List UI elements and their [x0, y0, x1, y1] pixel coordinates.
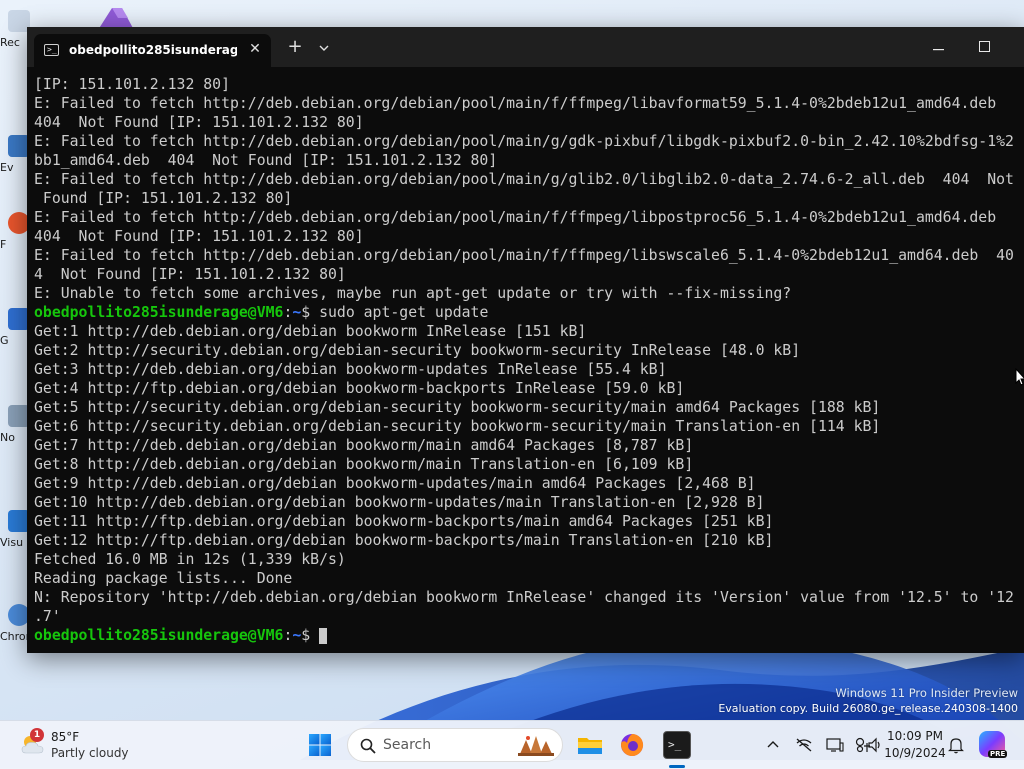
terminal-line: E: Failed to fetch http://deb.debian.org… — [34, 133, 1014, 150]
terminal-line: Fetched 16.0 MB in 12s (1,339 kB/s) — [34, 551, 346, 568]
prompt-user: obedpollito285isunderage@VM6 — [34, 304, 284, 321]
terminal-line: Get:7 http://deb.debian.org/debian bookw… — [34, 437, 694, 454]
firefox-icon[interactable] — [618, 731, 646, 759]
chevron-down-icon — [319, 45, 329, 51]
terminal-titlebar[interactable]: >_ obedpollito285isunderage@VM6 ✕ + — [27, 27, 1024, 67]
desktop-icon-g[interactable]: G — [0, 308, 30, 360]
terminal-line: Get:2 http://security.debian.org/debian-… — [34, 342, 801, 359]
prompt-user: obedpollito285isunderage@VM6 — [34, 627, 284, 644]
prompt-sigil: $ — [301, 627, 320, 644]
minimize-button[interactable] — [915, 27, 961, 67]
desktop-icon-label: G — [0, 334, 9, 347]
clock-time: 10:09 PM — [887, 729, 943, 743]
system-clock[interactable]: 10:09 PM 10/9/2024 — [884, 728, 946, 762]
minimize-icon — [932, 49, 944, 51]
terminal-output[interactable]: [IP: 151.101.2.132 80] E: Failed to fetch… — [34, 75, 1022, 649]
search-highlight-icon — [518, 736, 554, 756]
terminal-line: Reading package lists... Done — [34, 570, 293, 587]
terminal-line: N: Repository 'http://deb.debian.org/deb… — [34, 589, 1014, 606]
file-explorer-icon[interactable] — [576, 731, 604, 759]
terminal-line: Get:3 http://deb.debian.org/debian bookw… — [34, 361, 667, 378]
copilot-button[interactable]: PRE — [979, 731, 1008, 758]
maximize-icon — [978, 40, 990, 52]
tab-close-button[interactable]: ✕ — [245, 39, 265, 59]
terminal-line: Get:4 http://ftp.debian.org/debian bookw… — [34, 380, 685, 397]
desktop-icon-label: Ev — [0, 161, 14, 174]
terminal-line: E: Unable to fetch some archives, maybe … — [34, 285, 792, 302]
weather-widget[interactable]: 1 85°F Partly cloudy — [18, 728, 138, 763]
terminal-line: Get:9 http://deb.debian.org/debian bookw… — [34, 475, 756, 492]
copilot-preview-badge: PRE — [988, 750, 1008, 758]
terminal-line: 404 Not Found [IP: 151.101.2.132 80] — [34, 228, 364, 245]
desktop-icon-visual-studio[interactable]: Visu — [0, 510, 30, 562]
search-icon — [360, 738, 376, 754]
terminal-line: E: Failed to fetch http://deb.debian.org… — [34, 95, 997, 112]
tab-dropdown-button[interactable] — [313, 38, 335, 60]
terminal-window[interactable]: >_ obedpollito285isunderage@VM6 ✕ + [IP:… — [27, 27, 1024, 653]
tray-overflow-chevron-icon[interactable] — [764, 737, 782, 753]
terminal-taskbar-icon[interactable]: >_ — [663, 731, 691, 759]
search-placeholder: Search — [383, 737, 432, 753]
mouse-cursor-icon — [1015, 368, 1024, 386]
terminal-line: Get:6 http://security.debian.org/debian-… — [34, 418, 881, 435]
speaker-icon[interactable] — [867, 737, 885, 753]
watermark-build: Evaluation copy. Build 26080.ge_release.… — [718, 702, 1018, 715]
terminal-tab[interactable]: >_ obedpollito285isunderage@VM6 ✕ — [34, 34, 271, 67]
desktop-icon-label: No — [0, 431, 15, 444]
windows-start-button[interactable] — [308, 733, 332, 757]
terminal-line: Get:1 http://deb.debian.org/debian bookw… — [34, 323, 587, 340]
prompt-sigil: $ — [301, 304, 320, 321]
terminal-icon: >_ — [44, 44, 59, 56]
prompt-path: ~ — [292, 304, 302, 321]
watermark-edition: Windows 11 Pro Insider Preview — [835, 686, 1018, 700]
maximize-button[interactable] — [961, 27, 1007, 67]
text-cursor — [319, 628, 328, 644]
terminal-line: Found [IP: 151.101.2.132 80] — [34, 190, 293, 207]
weather-alert-badge: 1 — [30, 728, 44, 742]
terminal-line: E: Failed to fetch http://deb.debian.org… — [34, 171, 1014, 188]
terminal-line: Get:5 http://security.debian.org/debian-… — [34, 399, 881, 416]
desktop-icon-recycle-bin[interactable]: Rec — [0, 10, 30, 62]
terminal-line: [IP: 151.101.2.132 80] — [34, 76, 230, 93]
display-icon[interactable] — [826, 737, 844, 753]
terminal-line: Get:11 http://ftp.debian.org/debian book… — [34, 513, 774, 530]
terminal-line: Get:8 http://deb.debian.org/debian bookw… — [34, 456, 694, 473]
terminal-line: E: Failed to fetch http://deb.debian.org… — [34, 209, 997, 226]
desktop-icon-label: Rec — [0, 36, 20, 49]
terminal-line: .7' — [34, 608, 61, 625]
terminal-line: Get:10 http://deb.debian.org/debian book… — [34, 494, 765, 511]
taskbar-search-box[interactable]: Search — [347, 728, 563, 762]
prompt-path: ~ — [292, 627, 302, 644]
weather-description: Partly cloudy — [51, 746, 129, 760]
taskbar: 1 85°F Partly cloudy Search >_ 10:09 PM … — [0, 720, 1024, 769]
tab-title: obedpollito285isunderage@VM6 — [69, 43, 237, 57]
desktop-icon-chromium[interactable]: Chromium — [0, 604, 57, 656]
terminal-line: E: Failed to fetch http://deb.debian.org… — [34, 247, 1014, 264]
notification-bell-icon[interactable] — [948, 736, 964, 754]
desktop-icon-notepad[interactable]: No — [0, 405, 30, 457]
network-off-icon[interactable] — [795, 737, 813, 753]
terminal-prompt-glyph: >_ — [668, 738, 682, 751]
desktop-icon-label: Visu — [0, 536, 24, 549]
terminal-line: bb1_amd64.deb 404 Not Found [IP: 151.101… — [34, 152, 498, 169]
windows-watermark: Windows 11 Pro Insider Preview Evaluatio… — [718, 685, 1018, 717]
desktop-icon-firefox[interactable]: F — [0, 212, 30, 264]
terminal-prompt-line: obedpollito285isunderage@VM6:~$ sudo apt… — [34, 303, 1022, 322]
terminal-prompt-line: obedpollito285isunderage@VM6:~$ — [34, 626, 1022, 645]
terminal-line: 4 Not Found [IP: 151.101.2.132 80] — [34, 266, 346, 283]
command-text: sudo apt-get update — [319, 304, 489, 321]
clock-date: 10/9/2024 — [884, 746, 946, 760]
weather-temperature: 85°F — [51, 730, 80, 744]
desktop-icon-event[interactable]: Ev — [0, 135, 30, 187]
terminal-line: Get:12 http://ftp.debian.org/debian book… — [34, 532, 774, 549]
desktop-icon-label: F — [0, 238, 7, 251]
new-tab-button[interactable]: + — [284, 37, 306, 59]
terminal-line: 404 Not Found [IP: 151.101.2.132 80] — [34, 114, 364, 131]
